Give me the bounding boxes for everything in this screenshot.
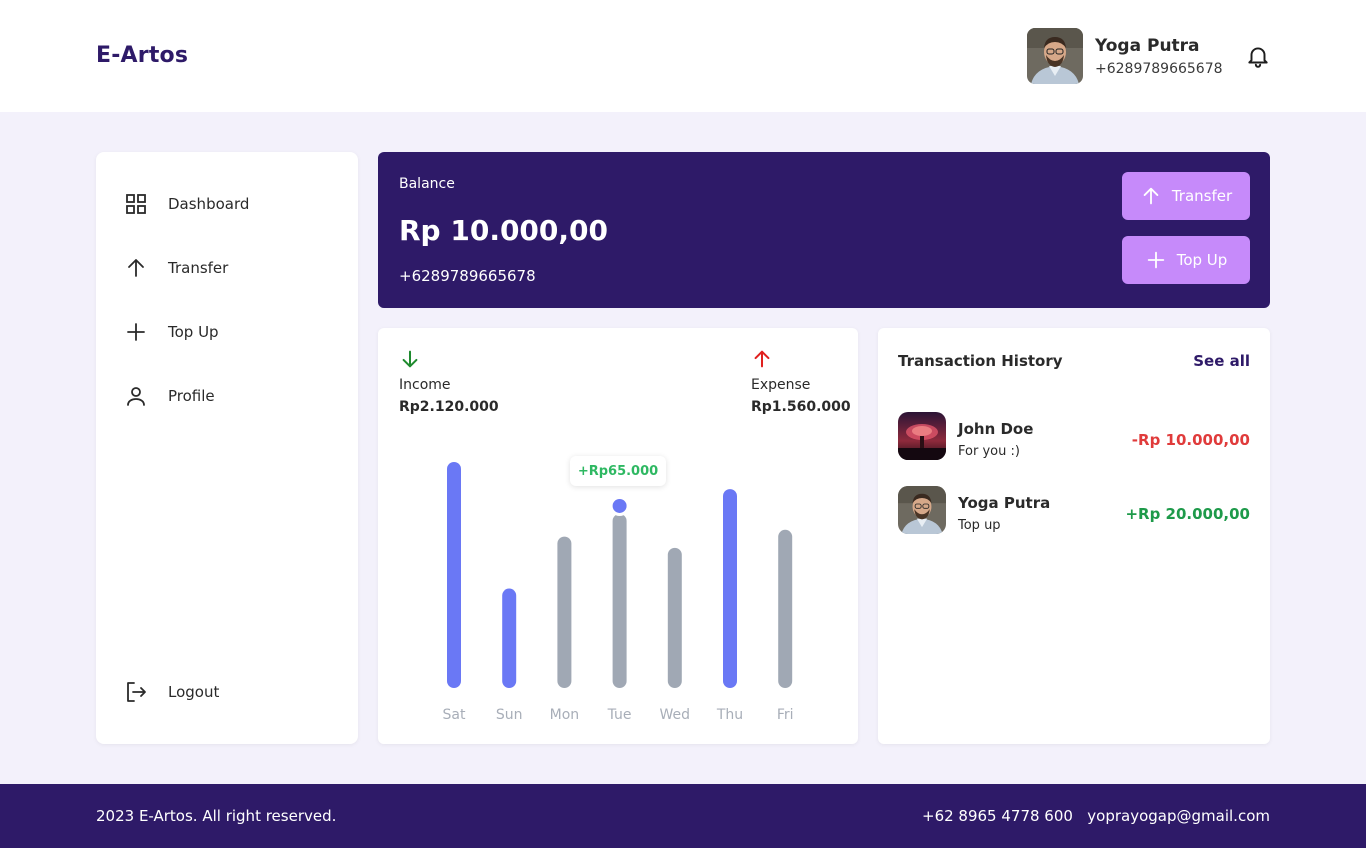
chart-tick-label: Sat [443, 707, 466, 723]
user-avatar [1027, 28, 1083, 84]
grid-icon [126, 194, 146, 214]
chart-tick-label: Fri [777, 707, 794, 723]
footer-copyright: 2023 E-Artos. All right reserved. [96, 807, 337, 825]
sidebar-item-label: Top Up [168, 323, 219, 341]
plus-icon [127, 323, 145, 341]
transaction-item[interactable]: John Doe For you :) -Rp 10.000,00 [898, 412, 1250, 460]
transfer-button[interactable]: Transfer [1122, 172, 1250, 220]
income-expense-card: Income Rp2.120.000 Expense Rp1.560.000 S… [378, 328, 858, 744]
transaction-name: John Doe [958, 420, 1034, 438]
transaction-name: Yoga Putra [958, 494, 1051, 512]
arrow-up-icon [128, 259, 144, 277]
footer: 2023 E-Artos. All right reserved. +62 89… [0, 784, 1366, 848]
chart-tooltip: +Rp65.000 [570, 456, 666, 486]
chart-bar-tue[interactable] [612, 513, 627, 688]
sidebar-item-topup[interactable]: Top Up [124, 316, 334, 348]
sidebar-item-transfer[interactable]: Transfer [124, 252, 334, 284]
user-name: Yoga Putra [1095, 36, 1200, 56]
chart-bar-thu[interactable] [723, 489, 737, 688]
chart-bar-mon[interactable] [557, 536, 572, 688]
footer-email[interactable]: yoprayogap@gmail.com [1087, 807, 1270, 825]
chart-highlight-point[interactable] [612, 498, 627, 513]
chart-tick-label: Sun [496, 707, 523, 723]
user-icon [127, 387, 145, 406]
footer-phone: +62 8965 4778 600 [922, 807, 1073, 825]
balance-card: Balance Rp 10.000,00 +6289789665678 Tran… [378, 152, 1270, 308]
topup-button[interactable]: Top Up [1122, 236, 1250, 284]
chart-bar-wed[interactable] [667, 547, 682, 688]
transaction-note: Top up [958, 518, 1001, 533]
transfer-button-label: Transfer [1171, 187, 1233, 205]
top-header: E-Artos Yoga Putra +6289789665678 [0, 0, 1366, 112]
chart-bar-fri[interactable] [778, 529, 793, 688]
topup-button-label: Top Up [1176, 251, 1228, 269]
transaction-amount: +Rp 20.000,00 [1125, 505, 1250, 523]
chart-tick-label: Wed [660, 707, 691, 723]
see-all-link[interactable]: See all [1193, 352, 1250, 370]
chart-bar-sat[interactable] [447, 462, 461, 688]
transaction-history-card: Transaction History See all John Doe For… [878, 328, 1270, 744]
transaction-history-title: Transaction History [898, 352, 1063, 370]
plus-icon [1147, 251, 1164, 269]
sidebar-item-label: Transfer [168, 259, 229, 277]
chart-bar-sun[interactable] [502, 588, 517, 688]
arrow-up-icon [1143, 187, 1159, 205]
chart-tick-label: Tue [607, 707, 632, 723]
transaction-note: For you :) [958, 444, 1020, 459]
balance-amount: Rp 10.000,00 [399, 214, 609, 247]
logout-icon [127, 682, 146, 702]
user-phone: +6289789665678 [1095, 61, 1223, 77]
transaction-amount: -Rp 10.000,00 [1131, 431, 1250, 449]
chart-tick-label: Thu [716, 707, 743, 723]
contact-avatar [898, 486, 946, 534]
balance-phone: +6289789665678 [399, 267, 536, 285]
balance-label: Balance [399, 176, 455, 192]
sidebar-item-label: Dashboard [168, 195, 250, 213]
contact-avatar [898, 412, 946, 460]
sidebar-item-logout[interactable]: Logout [124, 676, 334, 708]
user-profile[interactable]: Yoga Putra +6289789665678 [1027, 28, 1223, 84]
weekly-bar-chart: Sat Sun Mon Tue Wed Thu Fri [443, 462, 794, 723]
chart-tick-label: Mon [550, 707, 580, 723]
sidebar: Dashboard Transfer Top Up Profile Logout [96, 152, 358, 744]
transaction-item[interactable]: Yoga Putra Top up +Rp 20.000,00 [898, 486, 1250, 534]
brand-logo[interactable]: E-Artos [96, 43, 188, 68]
bell-icon[interactable] [1245, 42, 1271, 70]
sidebar-item-dashboard[interactable]: Dashboard [124, 188, 334, 220]
sidebar-item-profile[interactable]: Profile [124, 380, 334, 412]
sidebar-item-label: Profile [168, 387, 215, 405]
sidebar-item-label: Logout [168, 683, 220, 701]
